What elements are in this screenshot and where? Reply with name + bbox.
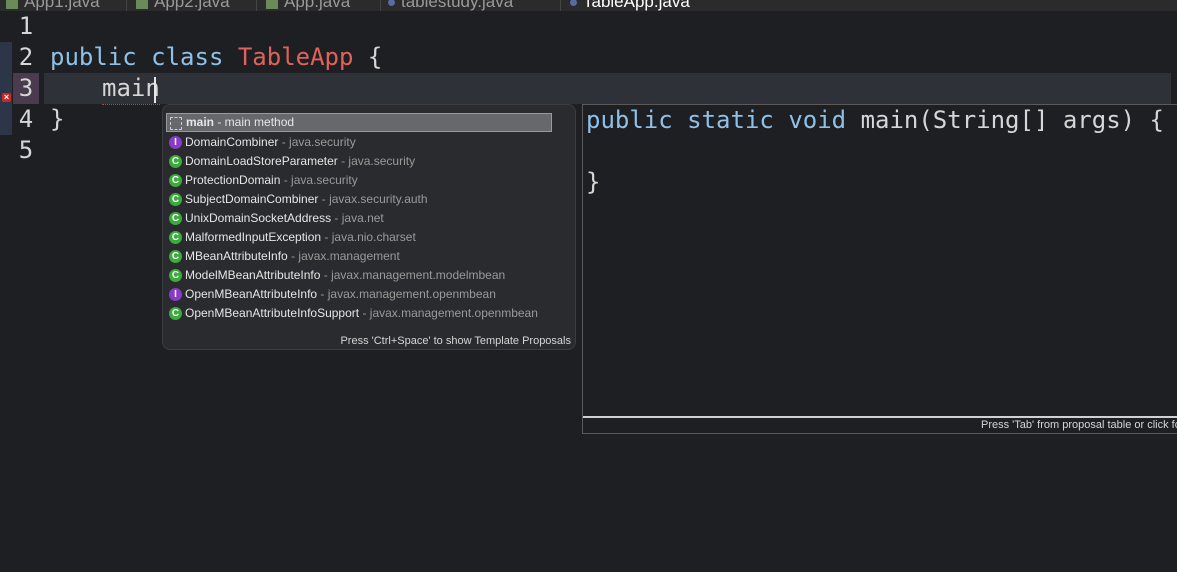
tab-app1[interactable]: App1.java [6,0,100,11]
class-icon: C [169,174,182,187]
proposal-name: DomainLoadStoreParameter [185,154,338,168]
change-marker [0,104,12,135]
class-icon: C [169,231,182,244]
proposal-qualifier: - javax.management [287,249,400,263]
modified-dot-icon [388,0,395,7]
proposal-item[interactable]: C SubjectDomainCombiner - javax.security.… [166,190,552,209]
interface-icon: I [169,136,182,149]
proposal-item[interactable]: C MalformedInputException - java.nio.char… [166,228,552,247]
tab-separator [560,0,561,11]
info-keyword-public: public [586,106,673,134]
proposal-list[interactable]: main - main method I DomainCombiner - java… [166,113,552,323]
info-close-brace: } [586,168,601,196]
proposal-item[interactable]: I DomainCombiner - java.security [166,133,552,152]
proposal-name: OpenMBeanAttributeInfo [185,287,318,301]
proposal-item[interactable]: C ModelMBeanAttributeInfo - javax.managem… [166,266,552,285]
proposal-name: SubjectDomainCombiner [185,192,319,206]
proposal-item[interactable]: C MBeanAttributeInfo - javax.management [166,247,552,266]
proposal-name: MBeanAttributeInfo [185,249,288,263]
class-icon: C [169,250,182,263]
tab-app[interactable]: App.java [266,0,350,11]
proposal-name: ProtectionDomain [185,173,281,187]
proposal-name: ModelMBeanAttributeInfo [185,268,321,282]
proposal-name: MalformedInputException [185,230,322,244]
tab-app2[interactable]: App2.java [136,0,230,11]
keyword-public: public [50,43,137,71]
proposal-name: UnixDomainSocketAddress [185,211,332,225]
class-icon: C [169,212,182,225]
tab-tableapp[interactable]: TableApp.java [570,0,690,11]
line-number: 4 [18,105,34,133]
proposal-item[interactable]: I OpenMBeanAttributeInfo - javax.manageme… [166,285,552,304]
class-icon: C [169,269,182,282]
template-icon [170,117,182,130]
proposal-qualifier: - main method [214,115,295,129]
content-assist-popup[interactable]: main - main method I DomainCombiner - java… [162,104,576,350]
proposal-qualifier: - javax.security.auth [318,192,428,206]
java-file-icon [266,0,278,9]
code-line-close-brace: } [50,105,65,133]
tab-separator [126,0,127,11]
proposal-info-panel[interactable]: public static void main(String[] args) {… [582,104,1177,434]
info-keyword-void: void [788,106,847,134]
info-panel-status: Press 'Tab' from proposal table or click… [583,416,1177,433]
open-brace: { [367,43,383,71]
class-icon: C [169,155,182,168]
interface-icon: I [169,288,182,301]
error-icon[interactable]: × [2,93,11,102]
proposal-qualifier: - javax.management.openmbean [359,306,538,320]
line-number-gutter: 1 2 3 4 5 × [0,11,44,572]
info-code: public static void main(String[] args) {… [586,105,1164,198]
tab-tablestudy[interactable]: tablestudy.java [388,0,513,11]
java-file-icon [6,0,18,9]
java-file-icon [136,0,148,9]
proposal-name: DomainCombiner [185,135,279,149]
proposal-name: main [186,115,215,129]
info-keyword-static: static [687,106,774,134]
proposal-item[interactable]: C DomainLoadStoreParameter - java.securit… [166,152,552,171]
proposal-item[interactable]: C OpenMBeanAttributeInfoSupport - javax.m… [166,304,552,323]
info-hint: Press 'Tab' from proposal table or click… [981,419,1177,431]
editor-tab-bar: App1.java App2.java App.java tablestudy.… [0,0,1177,11]
proposal-name: OpenMBeanAttributeInfoSupport [185,306,360,320]
tab-separator [256,0,257,11]
proposal-qualifier: - java.security [337,154,416,168]
popup-hint: Press 'Ctrl+Space' to show Template Prop… [340,335,571,347]
current-line-highlight [44,73,1171,104]
proposal-item[interactable]: C UnixDomainSocketAddress - java.net [166,209,552,228]
proposal-qualifier: - javax.management.modelmbean [320,268,506,282]
proposal-qualifier: - java.security [278,135,356,149]
text-caret [154,77,156,103]
info-signature-rest: main(String[] args) { [860,106,1164,134]
line-number: 5 [18,136,34,164]
proposal-item-selected[interactable]: main - main method [166,113,552,132]
code-line-class-declaration: public class TableApp { [50,42,382,73]
line-number: 2 [18,43,34,71]
modified-dot-icon [570,0,577,7]
class-icon: C [169,307,182,320]
class-icon: C [169,193,182,206]
tab-separator [380,0,381,11]
proposal-item[interactable]: C ProtectionDomain - java.security [166,171,552,190]
keyword-class: class [151,43,224,71]
proposal-qualifier: - java.net [331,211,384,225]
line-number: 1 [18,12,34,40]
proposal-qualifier: - java.security [280,173,358,187]
line-number-current: 3 [13,73,39,104]
change-marker [0,42,12,73]
typed-text: main [102,73,160,105]
proposal-qualifier: - java.nio.charset [321,230,416,244]
proposal-qualifier: - javax.management.openmbean [317,287,496,301]
class-name: TableApp [237,43,354,71]
